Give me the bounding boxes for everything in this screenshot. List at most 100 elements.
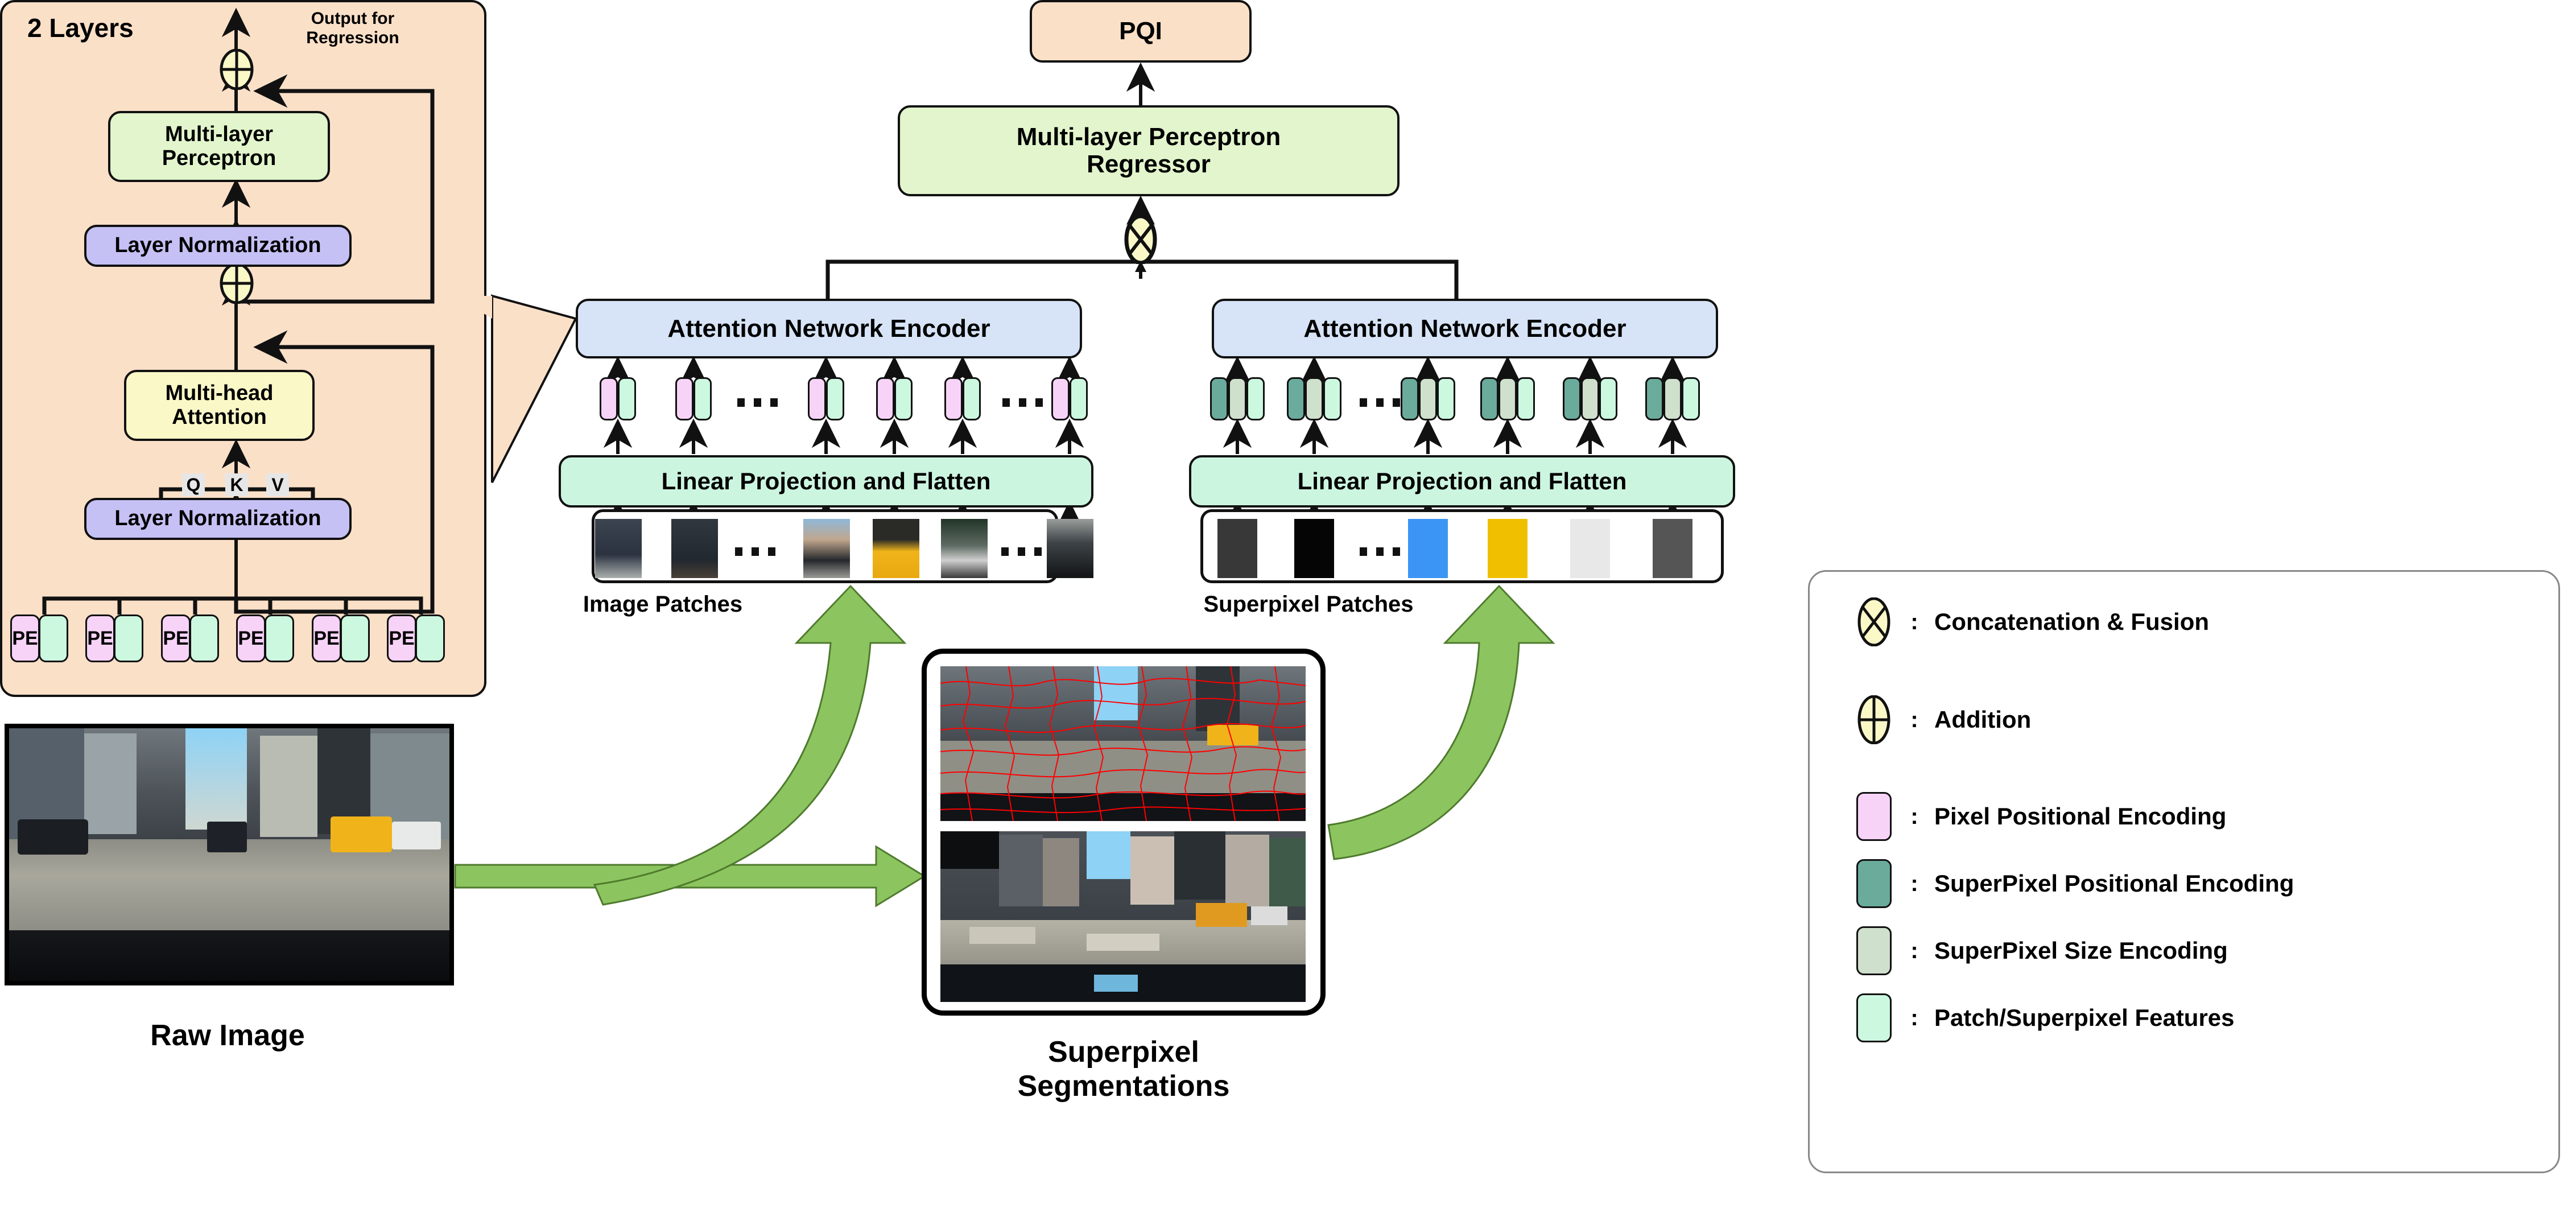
legend-colon: : xyxy=(1910,609,1918,634)
feature-token-5 xyxy=(340,614,370,662)
superpixel-feature-swatch xyxy=(1323,377,1341,420)
superpixel-segmentations-caption: Superpixel Segmentations xyxy=(887,1036,1360,1104)
mlp-regressor-box: Multi-layer Perceptron Regressor xyxy=(898,105,1400,196)
concatenation-fusion-icon xyxy=(1853,597,1894,646)
pixel-positional-encoding-swatch xyxy=(1853,792,1894,841)
patch-feature-swatch xyxy=(826,377,844,420)
superpixel-patches-caption: Superpixel Patches xyxy=(1203,592,1414,617)
feature-token-4 xyxy=(265,614,294,662)
legend-item-addition: : Addition xyxy=(1853,695,2031,744)
superpixel-patch-5 xyxy=(1570,519,1610,578)
legend-colon: : xyxy=(1910,1005,1918,1030)
superpixel-segmentations-card xyxy=(922,649,1326,1016)
panel-mlp-line1: Multi-layer xyxy=(164,122,274,147)
pixel-positional-encoding-swatch xyxy=(808,377,826,420)
pqi-output-box: PQI xyxy=(1030,0,1252,63)
superpixel-feature-swatch xyxy=(1599,377,1617,420)
legend-colon: : xyxy=(1910,707,1918,732)
superpixel-patch-3 xyxy=(1408,519,1448,578)
panel-mlp-line2: Perceptron xyxy=(162,146,276,170)
legend-label: Concatenation & Fusion xyxy=(1934,608,2209,635)
image-token-4 xyxy=(876,377,913,420)
pe-token-3: PE xyxy=(161,614,191,662)
legend-item-patch-superpixel-features: : Patch/Superpixel Features xyxy=(1853,993,2235,1042)
superpixel-flattened-image xyxy=(940,831,1306,1002)
addition-icon-top xyxy=(220,49,254,90)
pe-token-6: PE xyxy=(387,614,416,662)
pe-token-1: PE xyxy=(10,614,40,662)
patch-feature-swatch xyxy=(618,377,636,420)
pixel-positional-encoding-swatch xyxy=(600,377,618,420)
pixel-positional-encoding-swatch xyxy=(876,377,894,420)
image-token-6 xyxy=(1051,377,1088,420)
two-layers-label: 2 Layers xyxy=(27,13,134,43)
superpixel-positional-encoding-swatch xyxy=(1853,859,1894,908)
layer-normalization-top: Layer Normalization xyxy=(84,225,352,267)
panel-multi-layer-perceptron: Multi-layer Perceptron xyxy=(108,111,330,182)
superpixel-token-6 xyxy=(1645,377,1700,420)
mlp-regressor-line1: Multi-layer Perceptron xyxy=(1016,123,1281,151)
patch-feature-swatch xyxy=(894,377,913,420)
image-token-2 xyxy=(675,377,712,420)
superpixel-token-4 xyxy=(1480,377,1535,420)
feature-token-6 xyxy=(415,614,445,662)
superpixel-feature-swatch xyxy=(1246,377,1265,420)
feature-token-2 xyxy=(114,614,143,662)
image-patch-4 xyxy=(873,519,919,578)
superpixel-token-5 xyxy=(1563,377,1617,420)
patch-superpixel-features-swatch xyxy=(1853,993,1894,1042)
pe-token-5: PE xyxy=(312,614,341,662)
image-token-5 xyxy=(944,377,981,420)
feature-token-1 xyxy=(39,614,68,662)
linear-projection-flatten-right: Linear Projection and Flatten xyxy=(1189,455,1735,508)
image-patch-2 xyxy=(671,519,718,578)
legend-item-pixel-positional-encoding: : Pixel Positional Encoding xyxy=(1853,792,2226,841)
value-label: V xyxy=(266,473,289,496)
superpixel-token-2 xyxy=(1287,377,1341,420)
superpixel-positional-encoding-swatch xyxy=(1210,377,1228,420)
superpixel-positional-encoding-swatch xyxy=(1480,377,1498,420)
superpixel-positional-encoding-swatch xyxy=(1401,377,1419,420)
legend-colon: : xyxy=(1910,871,1918,896)
superpixel-size-encoding-swatch xyxy=(1663,377,1682,420)
patch-feature-swatch xyxy=(693,377,712,420)
image-token-1 xyxy=(600,377,636,420)
pe-token-2: PE xyxy=(85,614,115,662)
superpixel-feature-swatch xyxy=(1517,377,1535,420)
superpixel-feature-swatch xyxy=(1682,377,1700,420)
image-token-ellipsis-2 xyxy=(1002,398,1043,407)
legend-item-superpixel-size-encoding: : SuperPixel Size Encoding xyxy=(1853,926,2228,975)
superpixel-positional-encoding-swatch xyxy=(1287,377,1305,420)
image-token-ellipsis-1 xyxy=(737,398,778,407)
superpixel-size-encoding-swatch xyxy=(1305,377,1323,420)
mlp-regressor-line2: Regressor xyxy=(1087,150,1211,178)
superpixel-patch-1 xyxy=(1217,519,1257,578)
legend-label: SuperPixel Size Encoding xyxy=(1934,937,2228,964)
output-for-regression-label: Output for Regression xyxy=(270,9,435,47)
superpixel-patch-ellipsis xyxy=(1360,547,1400,556)
legend-colon: : xyxy=(1910,938,1918,963)
superpixel-caption-line1: Superpixel xyxy=(1048,1036,1199,1069)
key-label: K xyxy=(225,473,248,496)
image-patch-ellipsis-1 xyxy=(735,547,775,556)
output-label-line2: Regression xyxy=(306,28,399,47)
superpixel-patch-tray xyxy=(1200,509,1724,583)
concatenation-fusion-icon xyxy=(1124,215,1157,264)
raw-image-thumbnail xyxy=(5,724,454,985)
pixel-positional-encoding-swatch xyxy=(944,377,963,420)
superpixel-size-encoding-swatch xyxy=(1228,377,1246,420)
superpixel-token-ellipsis xyxy=(1360,398,1400,407)
feature-token-3 xyxy=(189,614,219,662)
addition-icon xyxy=(1853,695,1894,744)
image-patch-1 xyxy=(595,519,642,578)
superpixel-token-3 xyxy=(1401,377,1455,420)
attention-network-encoder-right: Attention Network Encoder xyxy=(1212,299,1718,358)
raw-image-caption: Raw Image xyxy=(150,1019,305,1052)
superpixel-caption-line2: Segmentations xyxy=(1017,1069,1230,1103)
superpixel-size-encoding-swatch xyxy=(1419,377,1437,420)
superpixel-token-1 xyxy=(1210,377,1265,420)
image-patch-3 xyxy=(803,519,850,578)
superpixel-feature-swatch xyxy=(1437,377,1455,420)
legend-label: SuperPixel Positional Encoding xyxy=(1934,870,2294,897)
superpixel-boundary-image xyxy=(940,666,1306,821)
